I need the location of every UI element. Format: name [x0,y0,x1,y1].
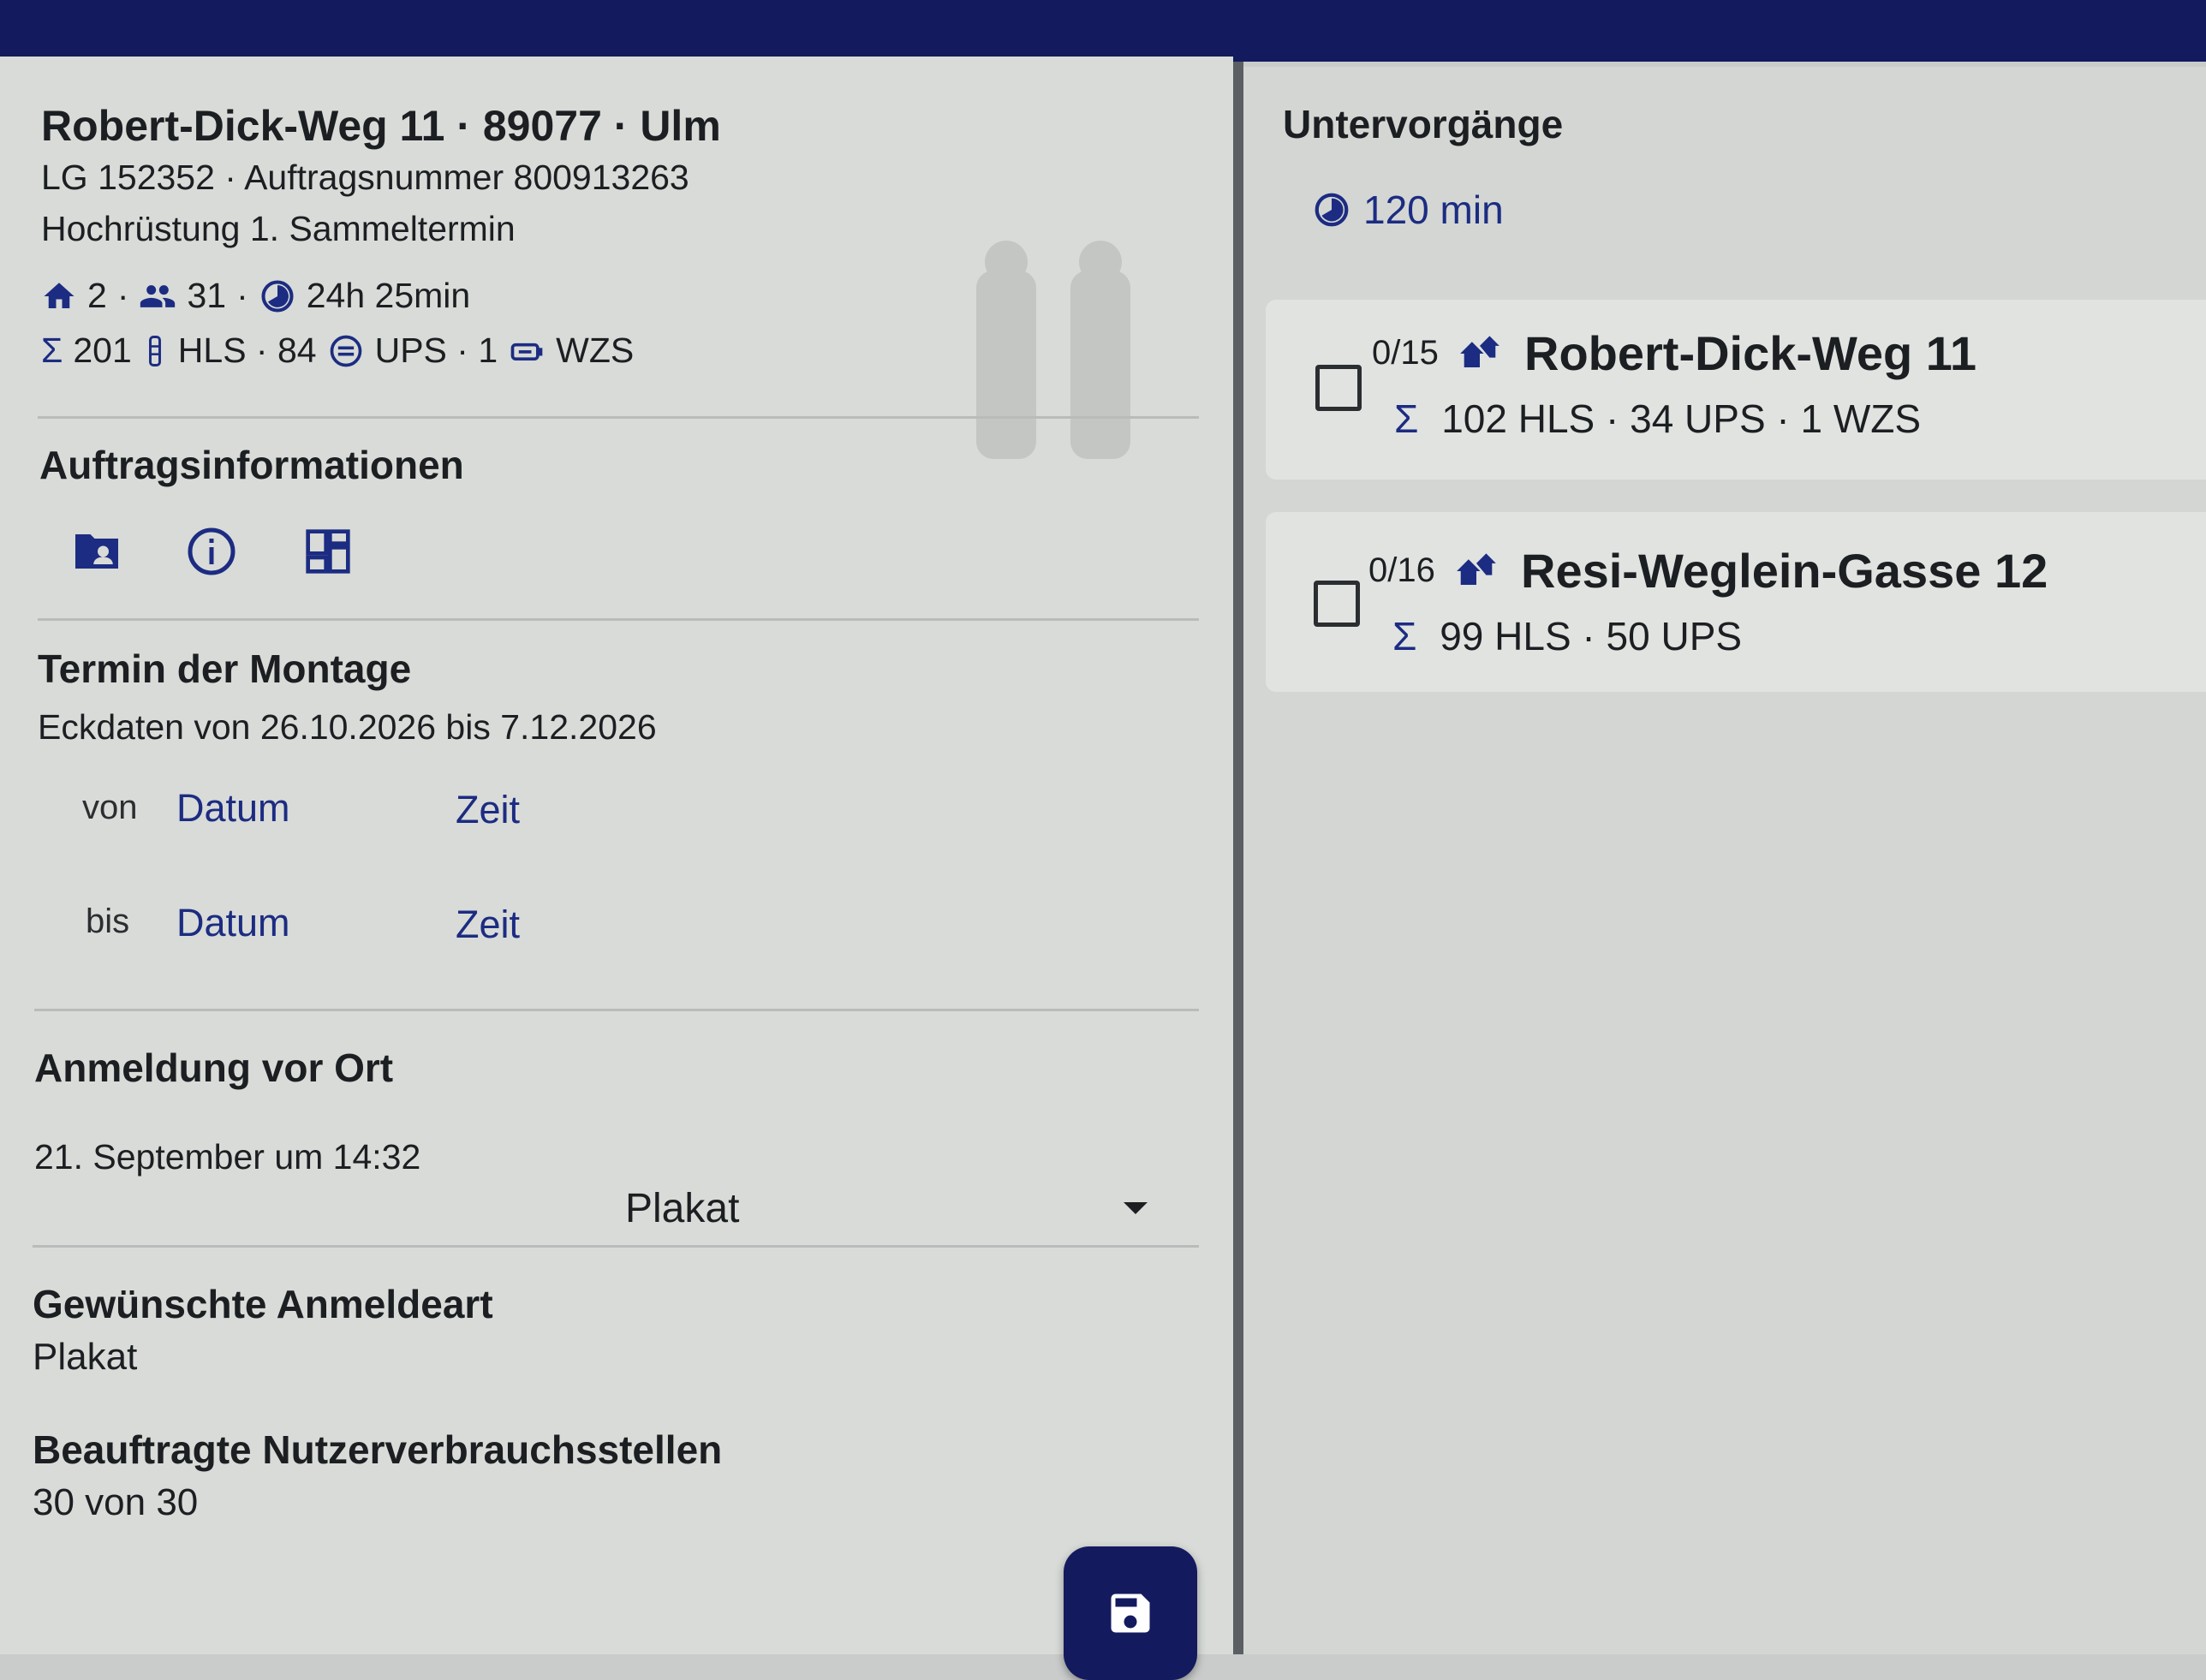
sigma-icon: Σ [41,331,63,370]
anmeldung-date: 21. September um 14:32 [34,1137,421,1177]
order-number: LG 152352 · Auftragsnummer 800913263 [41,158,689,197]
auftrag-heading: Auftragsinformationen [39,443,464,487]
gewuenscht-value: Plakat [33,1336,138,1378]
divider [38,416,1199,419]
divider [38,618,1199,621]
houses-icon [1449,546,1504,596]
termin-heading: Termin der Montage [38,646,412,691]
select-value: Plakat [625,1185,740,1231]
chevron-down-icon [1124,1202,1148,1214]
card-title: Resi-Weglein-Gasse 12 [1521,544,2048,598]
ups-count: UPS · 1 [374,331,498,370]
sub-process-card[interactable]: 0/15 Robert-Dick-Weg 11 Σ 102 HLS · 34 U… [1266,300,2206,480]
address-title: Robert-Dick-Weg 11 · 89077 · Ulm [41,102,721,150]
eckdaten-text: Eckdaten von 26.10.2026 bis 7.12.2026 [38,707,657,747]
von-label: von [82,789,138,826]
save-icon [1105,1588,1156,1639]
divider [33,1245,1199,1248]
anmeldung-type-select[interactable]: Plakat [625,1174,1156,1242]
card-progress: 0/15 [1372,334,1439,372]
bis-date-picker[interactable]: Datum [176,901,290,945]
stats-row-2: Σ 201 HLS · 84 UPS · 1 WZS [41,331,634,371]
total-duration: 120 min [1312,187,1504,233]
house-icon [41,278,77,314]
card-summary-text: 102 HLS · 34 UPS · 1 WZS [1441,396,1922,441]
wzs-label: WZS [556,331,635,370]
gewuenscht-heading: Gewünschte Anmeldeart [33,1282,493,1326]
info-icon[interactable] [182,521,241,581]
order-subtitle: Hochrüstung 1. Sammeltermin [41,209,516,248]
card-checkbox[interactable] [1315,365,1362,411]
anmeldung-heading: Anmeldung vor Ort [34,1046,394,1090]
folder-account-icon[interactable] [67,521,127,581]
sum-count: 201 [73,331,132,370]
top-app-bar [0,0,2206,62]
divider [34,1009,1199,1011]
card-progress: 0/16 [1368,551,1435,589]
sub-process-card[interactable]: 0/16 Resi-Weglein-Gasse 12 Σ 99 HLS · 50… [1266,512,2206,692]
card-summary-text: 99 HLS · 50 UPS [1440,614,1743,658]
card-checkbox[interactable] [1314,581,1360,627]
timer-icon [1312,190,1351,229]
persons-count: 31 [187,276,227,315]
beauftragt-value: 30 von 30 [33,1481,199,1523]
dashboard-icon[interactable] [298,521,358,581]
duration-text: 120 min [1363,188,1504,232]
von-time-picker[interactable]: Zeit [456,788,520,832]
people-icon [139,277,176,315]
save-button[interactable] [1064,1546,1197,1680]
card-title: Robert-Dick-Weg 11 [1524,326,1976,380]
stats-row-1: 2 · 31 · 24h 25min [41,276,470,316]
sigma-icon: Σ [1392,614,1417,658]
timer-icon [259,277,296,315]
sub-processes-pane: Untervorgänge 120 min 0/15 Robert-Dick-W… [1243,67,2206,1654]
card-summary: Σ 102 HLS · 34 UPS · 1 WZS [1394,396,1921,442]
order-detail-pane: Robert-Dick-Weg 11 · 89077 · Ulm LG 1523… [0,57,1233,1680]
untervorgaenge-heading: Untervorgänge [1283,102,1564,146]
water-meter-icon [508,332,546,370]
hls-count: HLS · 84 [177,331,317,370]
bis-label: bis [86,903,130,940]
pane-divider[interactable] [1233,62,1243,1654]
duration-value: 24h 25min [306,276,471,315]
bis-time-picker[interactable]: Zeit [456,903,520,947]
card-summary: Σ 99 HLS · 50 UPS [1392,613,1742,659]
houses-count: 2 [87,276,107,315]
radiator-icon [142,332,168,370]
houses-icon [1452,329,1507,378]
von-date-picker[interactable]: Datum [176,786,290,831]
city-watermark [968,202,1156,463]
beauftragt-heading: Beauftragte Nutzerverbrauchsstellen [33,1427,723,1472]
meter-icon [327,332,365,370]
sigma-icon: Σ [1394,396,1419,441]
